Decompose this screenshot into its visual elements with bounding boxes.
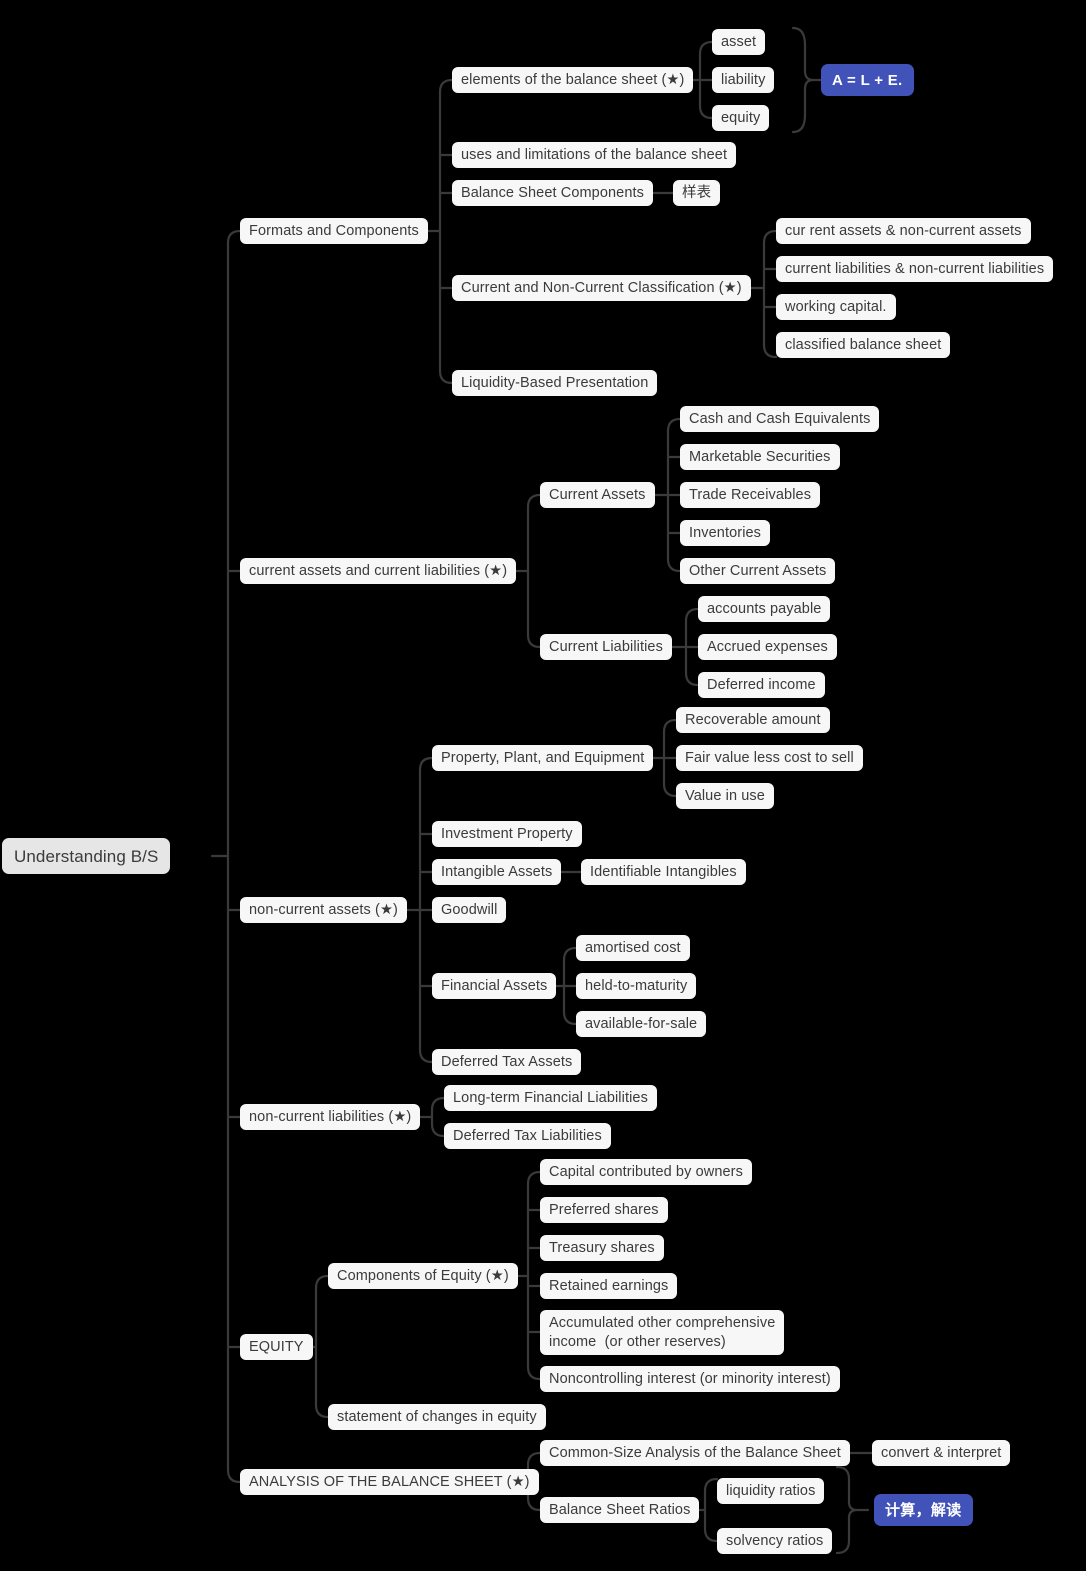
node-asset[interactable]: asset xyxy=(712,29,766,55)
node-liquidity-ratios[interactable]: liquidity ratios xyxy=(717,1478,825,1504)
node-classified-balance-sheet[interactable]: classified balance sheet xyxy=(776,332,951,358)
node-working-capital[interactable]: working capital. xyxy=(776,294,896,320)
node-long-term-financial-liabilities[interactable]: Long-term Financial Liabilities xyxy=(444,1085,657,1111)
node-preferred-shares[interactable]: Preferred shares xyxy=(540,1197,668,1223)
node-retained-earnings[interactable]: Retained earnings xyxy=(540,1273,678,1299)
node-fair-value-less-cost-to-sell[interactable]: Fair value less cost to sell xyxy=(676,745,863,771)
node-capital-contributed-by-owners[interactable]: Capital contributed by owners xyxy=(540,1159,752,1185)
node-solvency-ratios[interactable]: solvency ratios xyxy=(717,1528,833,1554)
node-non-current-liabilities[interactable]: non-current liabilities (★) xyxy=(240,1104,421,1130)
node-statement-of-changes-in-equity[interactable]: statement of changes in equity xyxy=(328,1404,546,1430)
node-treasury-shares[interactable]: Treasury shares xyxy=(540,1235,664,1261)
node-current-vs-non-current-liabilities[interactable]: current liabilities & non-current liabil… xyxy=(776,256,1054,282)
node-held-to-maturity[interactable]: held-to-maturity xyxy=(576,973,697,999)
node-intangible-assets[interactable]: Intangible Assets xyxy=(432,859,562,885)
node-calculate-interpret[interactable]: 计算，解读 xyxy=(874,1494,973,1526)
node-common-size-analysis[interactable]: Common-Size Analysis of the Balance Shee… xyxy=(540,1440,850,1466)
node-current-and-non-current-classification[interactable]: Current and Non-Current Classification (… xyxy=(452,275,751,301)
node-amortised-cost[interactable]: amortised cost xyxy=(576,935,690,961)
node-sample-table[interactable]: 样表 xyxy=(673,180,721,206)
node-current-liabilities[interactable]: Current Liabilities xyxy=(540,634,672,660)
node-analysis-of-the-balance-sheet[interactable]: ANALYSIS OF THE BALANCE SHEET (★) xyxy=(240,1469,539,1495)
node-financial-assets[interactable]: Financial Assets xyxy=(432,973,557,999)
node-current-assets-and-current-liabilities[interactable]: current assets and current liabilities (… xyxy=(240,558,517,584)
node-other-current-assets[interactable]: Other Current Assets xyxy=(680,558,836,584)
node-recoverable-amount[interactable]: Recoverable amount xyxy=(676,707,830,733)
node-accumulated-other-comprehensive-income[interactable]: Accumulated other comprehensive income (… xyxy=(540,1310,785,1355)
node-goodwill[interactable]: Goodwill xyxy=(432,897,507,923)
node-equity[interactable]: EQUITY xyxy=(240,1334,313,1360)
node-accounting-equation[interactable]: A = L + E. xyxy=(821,64,914,96)
node-current-assets[interactable]: Current Assets xyxy=(540,482,655,508)
node-inventories[interactable]: Inventories xyxy=(680,520,771,546)
node-identifiable-intangibles[interactable]: Identifiable Intangibles xyxy=(581,859,746,885)
node-marketable-securities[interactable]: Marketable Securities xyxy=(680,444,840,470)
node-deferred-tax-liabilities[interactable]: Deferred Tax Liabilities xyxy=(444,1123,611,1149)
node-property-plant-and-equipment[interactable]: Property, Plant, and Equipment xyxy=(432,745,654,771)
node-accrued-expenses[interactable]: Accrued expenses xyxy=(698,634,837,660)
node-available-for-sale[interactable]: available-for-sale xyxy=(576,1011,707,1037)
node-cash-and-cash-equivalents[interactable]: Cash and Cash Equivalents xyxy=(680,406,880,432)
node-equity[interactable]: equity xyxy=(712,105,770,131)
node-convert-and-interpret[interactable]: convert & interpret xyxy=(872,1440,1011,1466)
node-formats-and-components[interactable]: Formats and Components xyxy=(240,218,428,244)
node-investment-property[interactable]: Investment Property xyxy=(432,821,582,847)
node-uses-and-limitations[interactable]: uses and limitations of the balance shee… xyxy=(452,142,737,168)
node-deferred-tax-assets[interactable]: Deferred Tax Assets xyxy=(432,1049,582,1075)
node-trade-receivables[interactable]: Trade Receivables xyxy=(680,482,821,508)
node-current-vs-non-current-assets[interactable]: cur rent assets & non-current assets xyxy=(776,218,1031,244)
node-liquidity-based-presentation[interactable]: Liquidity-Based Presentation xyxy=(452,370,658,396)
node-balance-sheet-components[interactable]: Balance Sheet Components xyxy=(452,180,653,206)
node-liability[interactable]: liability xyxy=(712,67,775,93)
mindmap-canvas: Understanding B/S Formats and Components… xyxy=(0,0,1086,1571)
node-deferred-income[interactable]: Deferred income xyxy=(698,672,825,698)
root-node[interactable]: Understanding B/S xyxy=(2,838,171,874)
node-noncontrolling-interest[interactable]: Noncontrolling interest (or minority int… xyxy=(540,1366,840,1392)
node-accounts-payable[interactable]: accounts payable xyxy=(698,596,831,622)
node-balance-sheet-ratios[interactable]: Balance Sheet Ratios xyxy=(540,1497,700,1523)
node-components-of-equity[interactable]: Components of Equity (★) xyxy=(328,1263,518,1289)
node-value-in-use[interactable]: Value in use xyxy=(676,783,774,809)
node-non-current-assets[interactable]: non-current assets (★) xyxy=(240,897,407,923)
node-elements-of-the-balance-sheet[interactable]: elements of the balance sheet (★) xyxy=(452,67,694,93)
